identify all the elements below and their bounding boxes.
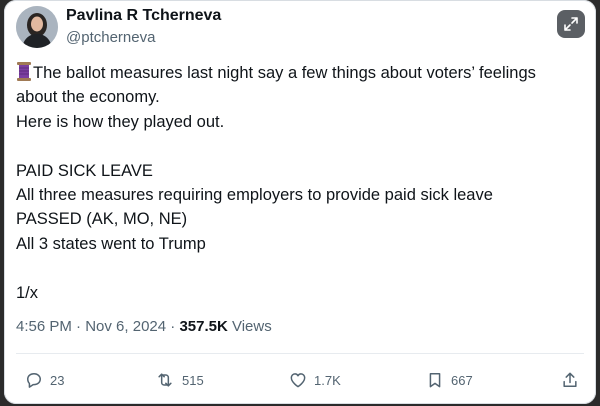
share-icon — [563, 372, 577, 387]
tweet-line: PASSED (AK, MO, NE) — [16, 210, 188, 229]
tweet-line: about the economy. — [16, 88, 160, 107]
author-name[interactable]: Pavlina R Tcherneva — [66, 7, 221, 25]
tweet-line: PAID SICK LEAVE — [16, 161, 153, 180]
expand-arrows-icon — [564, 17, 578, 31]
tweet-line-text: The ballot measures last night say a few… — [33, 64, 536, 82]
tweet-line — [16, 134, 586, 158]
like-button[interactable]: 1.7K — [288, 370, 341, 390]
expand-button[interactable] — [557, 10, 585, 38]
bookmark-button[interactable]: 667 — [425, 370, 473, 390]
tweet-line: Here is how they played out. — [16, 112, 225, 131]
share-button[interactable] — [560, 370, 586, 390]
tweet-line: 1/x — [16, 283, 39, 302]
reply-count: 23 — [50, 372, 65, 388]
tweet-line: All 3 states went to Trump — [16, 234, 206, 253]
bookmark-count: 667 — [451, 372, 473, 388]
meta-separator: · — [71, 318, 86, 335]
reply-button[interactable]: 23 — [24, 370, 64, 390]
meta-separator: · — [166, 318, 180, 335]
tweet-line: The ballot measures last night say a few… — [16, 61, 586, 85]
bookmark-icon — [429, 373, 441, 388]
reply-icon — [27, 373, 41, 388]
views-label: Views — [227, 318, 272, 335]
tweet-line — [16, 256, 586, 280]
repost-count: 515 — [182, 372, 204, 388]
divider — [16, 353, 584, 354]
views-count: 357.5K — [179, 318, 228, 335]
tweet-card: Pavlina R Tcherneva @ptcherneva The ball… — [4, 0, 596, 404]
repost-button[interactable]: 515 — [154, 370, 204, 390]
tweet-date[interactable]: Nov 6, 2024 — [85, 318, 166, 335]
like-count: 1.7K — [314, 372, 341, 388]
tweet-text: The ballot measures last night say a few… — [16, 61, 586, 305]
avatar[interactable] — [16, 6, 58, 48]
author-handle[interactable]: @ptcherneva — [66, 29, 155, 46]
heart-icon — [290, 373, 306, 388]
repost-icon — [158, 373, 172, 387]
tweet-time[interactable]: 4:56 PM — [16, 318, 72, 335]
thread-spool-icon — [16, 62, 32, 81]
tweet-line: All three measures requiring employers t… — [16, 186, 493, 205]
tweet-meta: 4:56 PM · Nov 6, 2024 · 357.5K Views — [16, 318, 272, 335]
action-bar: 23 515 1.7K 667 — [4, 360, 596, 400]
profile-photo — [16, 6, 58, 48]
